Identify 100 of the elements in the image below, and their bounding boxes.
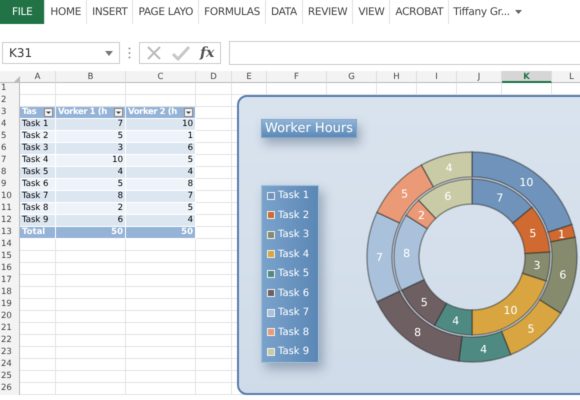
data-label: 4 [452,314,460,328]
ribbon-tab[interactable]: DATA [266,0,303,24]
row-header[interactable]: 22 [0,335,20,347]
table-cell: 10 [126,119,196,131]
column-header[interactable]: F [267,71,327,83]
row-header[interactable]: 14 [0,239,20,251]
row-header[interactable]: 4 [0,119,20,131]
data-label: 5 [529,226,536,240]
ribbon-tab[interactable]: HOME [45,0,88,24]
data-label: 5 [527,322,534,336]
legend-label: Task 9 [278,346,310,358]
row-header[interactable]: 21 [0,323,20,335]
table-cell: Task 9 [20,215,56,227]
filter-dropdown-icon[interactable] [184,108,193,117]
caret-icon [105,50,113,56]
chart-title: Worker Hours [261,119,358,138]
row-header[interactable]: 10 [0,191,20,203]
data-label: 7 [376,251,383,264]
table-cell: 8 [56,191,126,203]
row-header[interactable]: 16 [0,263,20,275]
table-cell: 10 [56,155,126,167]
table-cell: 6 [126,143,196,155]
ribbon-tab[interactable]: VIEW [353,0,390,24]
row-header[interactable]: 2 [0,95,20,107]
column-header[interactable]: G [327,71,377,83]
row-header[interactable]: 8 [0,167,20,179]
formula-input[interactable] [229,41,580,65]
legend-label: Task 4 [278,248,310,260]
table-cell: 50 [56,227,126,239]
data-label: 1 [558,228,566,241]
data-label: 2 [418,209,426,222]
table-cell: 5 [56,179,126,191]
column-header[interactable]: A [20,71,56,83]
table-cell: Task 8 [20,203,56,215]
table-cell: 3 [56,143,126,155]
table-cell: 1 [126,131,196,143]
drag-handle-icon[interactable] [128,47,131,59]
ribbon-tab[interactable]: PAGE LAYO [133,0,200,24]
name-box[interactable]: K31 [2,42,120,64]
column-header[interactable]: J [457,71,502,83]
caret-icon [514,10,522,14]
filter-dropdown-icon[interactable] [44,108,53,117]
row-header[interactable]: 25 [0,371,20,383]
table-cell: 50 [126,227,196,239]
data-label: 6 [444,190,452,204]
cancel-icon[interactable] [146,45,162,61]
row-header[interactable]: 1 [0,83,20,95]
table-cell: 4 [126,215,196,227]
column-header[interactable]: L [552,71,580,83]
legend-label: Task 2 [278,210,310,221]
ribbon-tab[interactable]: FORMULAS [199,0,266,24]
column-header[interactable]: K [502,71,552,83]
row-header[interactable]: 15 [0,251,20,263]
table-cell: Task 5 [20,167,56,179]
data-label: 6 [559,268,566,282]
table-cell: Total [20,227,56,239]
filter-dropdown-icon[interactable] [114,108,123,117]
ribbon-tab[interactable]: INSERT [87,0,134,24]
row-header[interactable]: 5 [0,131,20,143]
row-header[interactable]: 12 [0,215,20,227]
table-cell: Vorker 2 (h [126,107,196,119]
data-label: 5 [420,296,428,309]
row-header[interactable]: 13 [0,227,20,239]
row-header[interactable]: 20 [0,311,20,323]
data-label: 7 [496,192,504,205]
row-header[interactable]: 18 [0,287,20,299]
table-cell: Task 4 [20,155,56,167]
column-header[interactable]: B [56,71,126,83]
row-header[interactable]: 19 [0,299,20,311]
table-cell: 5 [56,131,126,143]
column-header[interactable]: E [232,71,267,83]
row-header[interactable]: 3 [0,107,20,119]
row-header[interactable]: 23 [0,347,20,359]
account-menu[interactable]: Tiffany Gr... [449,6,526,18]
check-icon[interactable] [172,45,190,61]
table-cell: Task 1 [20,119,56,131]
ribbon-tab[interactable]: FILE [0,0,46,24]
ribbon-tab[interactable]: ACROBAT [390,0,450,24]
row-header[interactable]: 9 [0,179,20,191]
legend-label: Task 7 [278,307,310,318]
row-header[interactable]: 11 [0,203,20,215]
row-header[interactable]: 7 [0,155,20,167]
ribbon-tab[interactable]: REVIEW [302,0,354,24]
data-label: 10 [519,176,534,190]
data-label: 3 [533,259,540,272]
column-header[interactable]: I [417,71,457,83]
row-header[interactable]: 6 [0,143,20,155]
row-header[interactable]: 26 [0,383,20,395]
table-cell: Tas [20,107,56,119]
insert-function-button[interactable]: fx [200,45,214,61]
row-header[interactable]: 24 [0,359,20,371]
legend-label: Task 3 [278,229,310,240]
data-label: 5 [401,188,408,201]
column-header[interactable]: C [126,71,196,83]
column-header[interactable]: H [377,71,417,83]
data-label: 8 [414,326,422,339]
data-label: 4 [480,342,488,356]
column-header[interactable]: D [196,71,232,83]
row-header[interactable]: 17 [0,275,20,287]
table-cell: 4 [126,167,196,179]
